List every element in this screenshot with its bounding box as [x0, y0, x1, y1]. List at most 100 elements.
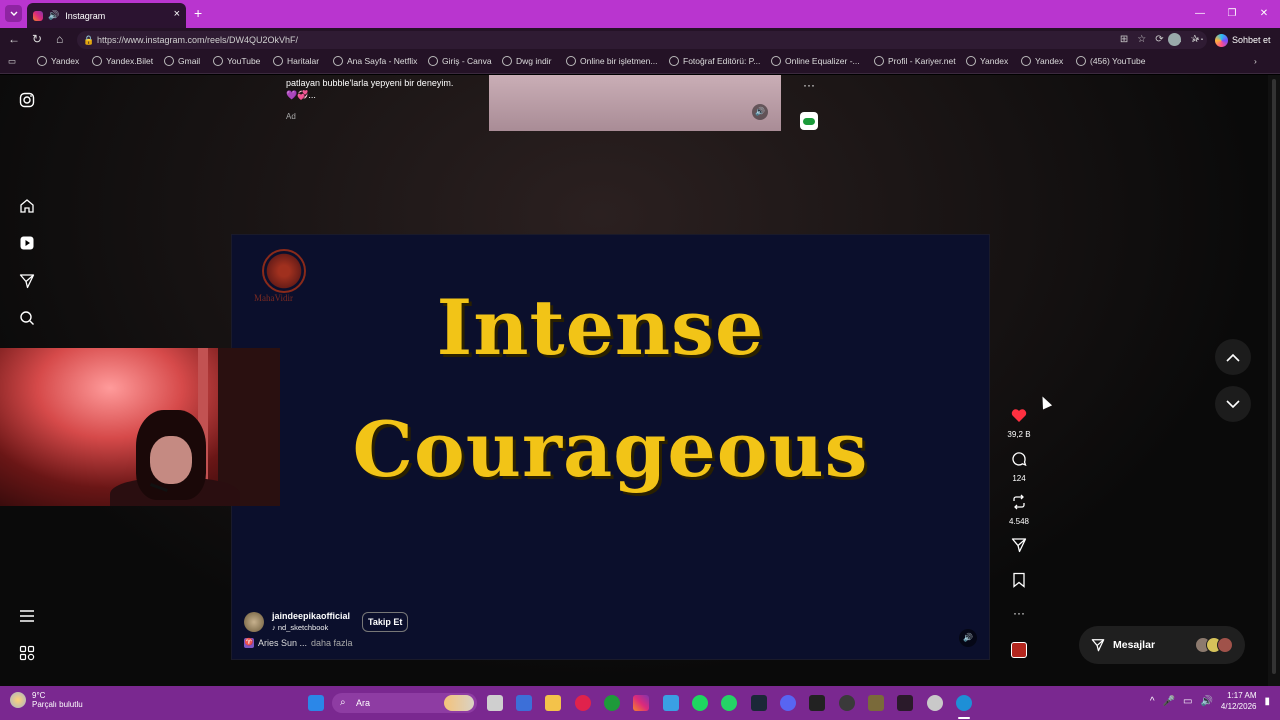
opera-icon[interactable]	[575, 695, 591, 711]
next-reel-button[interactable]	[1215, 386, 1251, 422]
bookmark-item[interactable]: Dwg indir	[502, 56, 551, 66]
speaker-icon[interactable]: 🔊	[48, 10, 59, 21]
app-available-icon[interactable]: ⊞	[1120, 31, 1128, 49]
bookmark-item[interactable]: Fotoğraf Editörü: P...	[669, 56, 760, 66]
back-button[interactable]: ←	[8, 32, 20, 46]
more-menu-icon[interactable]: ⋯	[1192, 32, 1204, 46]
bookmark-item[interactable]: Haritalar	[273, 56, 319, 66]
close-window-button[interactable]: ✕	[1248, 0, 1280, 28]
network-icon[interactable]: ▭	[1183, 696, 1192, 707]
spotify-icon[interactable]	[692, 695, 708, 711]
more-options-icon[interactable]: ···	[1005, 606, 1033, 620]
app-icon[interactable]	[927, 695, 943, 711]
bookmark-item[interactable]: Online Equalizer -...	[771, 56, 860, 66]
favorite-star-icon[interactable]: ☆	[1137, 31, 1146, 49]
whatsapp-icon[interactable]	[721, 695, 737, 711]
extensions-icon[interactable]: ⟳	[1155, 31, 1163, 49]
audio-info[interactable]: ♪ nd_sketchbook	[272, 623, 350, 632]
ad-video[interactable]	[489, 75, 781, 131]
system-tray: ^ 🎤 ▭ 🔊 1:17 AM 4/12/2026 ▮	[1150, 690, 1270, 712]
speaker-icon[interactable]: 🔊	[1200, 696, 1212, 707]
repost-button[interactable]: 4.548	[1005, 494, 1033, 526]
taskbar-search[interactable]: ⌕ Ara	[332, 693, 477, 713]
microphone-icon[interactable]: 🎤	[1163, 696, 1175, 707]
share-button[interactable]	[1005, 537, 1033, 558]
advertiser-logo[interactable]	[800, 112, 818, 130]
bookmark-item[interactable]: Yandex	[1021, 56, 1063, 66]
save-button[interactable]	[1005, 572, 1033, 593]
comment-button[interactable]: 124	[1005, 451, 1033, 483]
messages-send-icon[interactable]	[18, 272, 36, 290]
minimize-button[interactable]: —	[1184, 0, 1216, 28]
task-view-icon[interactable]	[487, 695, 503, 711]
bookmark-item[interactable]: Gmail	[164, 56, 200, 66]
bookmark-item[interactable]: Giriş - Canva	[428, 56, 492, 66]
reel-caption[interactable]: ♈ Aries Sun ... daha fazla	[244, 638, 353, 648]
author-username[interactable]: jaindeepikaofficial	[272, 611, 350, 621]
steam-icon[interactable]	[751, 695, 767, 711]
league-icon[interactable]	[868, 695, 884, 711]
more-options-icon[interactable]: ···	[803, 78, 815, 92]
menu-hamburger-icon[interactable]	[18, 607, 36, 625]
notification-icon[interactable]: ▮	[1264, 696, 1270, 707]
volume-icon[interactable]: 🔊	[959, 629, 977, 647]
audio-name: nd_sketchbook	[277, 623, 329, 632]
epic-games-icon[interactable]	[809, 695, 825, 711]
send-icon	[1091, 639, 1105, 652]
bookmark-item[interactable]: Yandex.Bilet	[92, 56, 153, 66]
bookmark-item[interactable]: Yandex	[966, 56, 1008, 66]
instagram-app-icon[interactable]	[633, 695, 649, 711]
home-icon[interactable]	[18, 197, 36, 215]
xbox-icon[interactable]	[604, 695, 620, 711]
more-apps-icon[interactable]	[18, 644, 36, 662]
bookmark-item[interactable]: Yandex	[37, 56, 79, 66]
globe-icon	[966, 56, 976, 66]
weather-partly-cloudy-icon	[10, 692, 26, 708]
copilot-chat-button[interactable]: Sohbet et	[1215, 31, 1271, 49]
volume-icon[interactable]: 🔊	[752, 104, 768, 120]
file-explorer-icon[interactable]	[545, 695, 561, 711]
chrome-icon[interactable]	[839, 695, 855, 711]
microsoft-store-icon[interactable]	[516, 695, 532, 711]
tab-instagram[interactable]: 🔊 Instagram ×	[27, 3, 186, 28]
profile-avatar[interactable]	[1168, 33, 1181, 46]
new-tab-button[interactable]: +	[194, 5, 202, 21]
address-bar[interactable]: 🔒 https://www.instagram.com/reels/DW4QU2…	[77, 31, 1207, 49]
restore-button[interactable]: ❐	[1216, 0, 1248, 28]
windows-start-icon[interactable]	[308, 695, 324, 711]
search-icon[interactable]	[18, 309, 36, 327]
repost-count: 4.548	[1008, 517, 1030, 526]
discord-icon[interactable]	[780, 695, 796, 711]
previous-reel-button[interactable]	[1215, 339, 1251, 375]
bookmark-item[interactable]: Profil - Kariyer.net	[874, 56, 956, 66]
like-button[interactable]: 39,2 B	[1005, 408, 1033, 439]
like-count: 39,2 B	[1007, 430, 1031, 439]
bookmark-item[interactable]: Online bir işletmen...	[566, 56, 657, 66]
photos-icon[interactable]	[663, 695, 679, 711]
instagram-logo-icon[interactable]	[18, 91, 36, 109]
bookmarks-overflow-icon[interactable]: ›	[1254, 56, 1257, 66]
refresh-button[interactable]: ↻	[32, 32, 42, 46]
caption-more-link[interactable]: daha fazla	[311, 638, 353, 648]
close-icon[interactable]: ×	[174, 8, 180, 20]
bookmark-item[interactable]: (456) YouTube	[1076, 56, 1145, 66]
reels-icon[interactable]	[18, 234, 36, 252]
reel-video[interactable]: MahaVidir Intense Courageous jaindeepika…	[231, 234, 990, 660]
valorant-icon[interactable]	[897, 695, 913, 711]
reading-list-icon[interactable]: ▭	[8, 56, 16, 67]
tray-overflow-icon[interactable]: ^	[1150, 696, 1155, 707]
bookmark-item[interactable]: Ana Sayfa - Netflix	[333, 56, 417, 66]
home-button[interactable]: ⌂	[56, 32, 63, 46]
bookmark-item[interactable]: YouTube	[213, 56, 260, 66]
follow-button[interactable]: Takip Et	[362, 611, 409, 632]
tab-bar: 🔊 Instagram × + — ❐ ✕	[0, 0, 1280, 28]
caption-text: Aries Sun ...	[258, 638, 308, 648]
weather-widget[interactable]: 9°C Parçalı bulutlu	[10, 691, 83, 709]
page-scrollbar[interactable]	[1268, 75, 1280, 686]
author-avatar[interactable]	[244, 611, 264, 632]
edge-icon[interactable]	[956, 695, 972, 711]
clock[interactable]: 1:17 AM 4/12/2026	[1221, 690, 1257, 712]
tab-actions-button[interactable]	[5, 5, 22, 22]
audio-thumbnail[interactable]	[1011, 642, 1027, 658]
messages-button[interactable]: Mesajlar	[1079, 626, 1245, 664]
